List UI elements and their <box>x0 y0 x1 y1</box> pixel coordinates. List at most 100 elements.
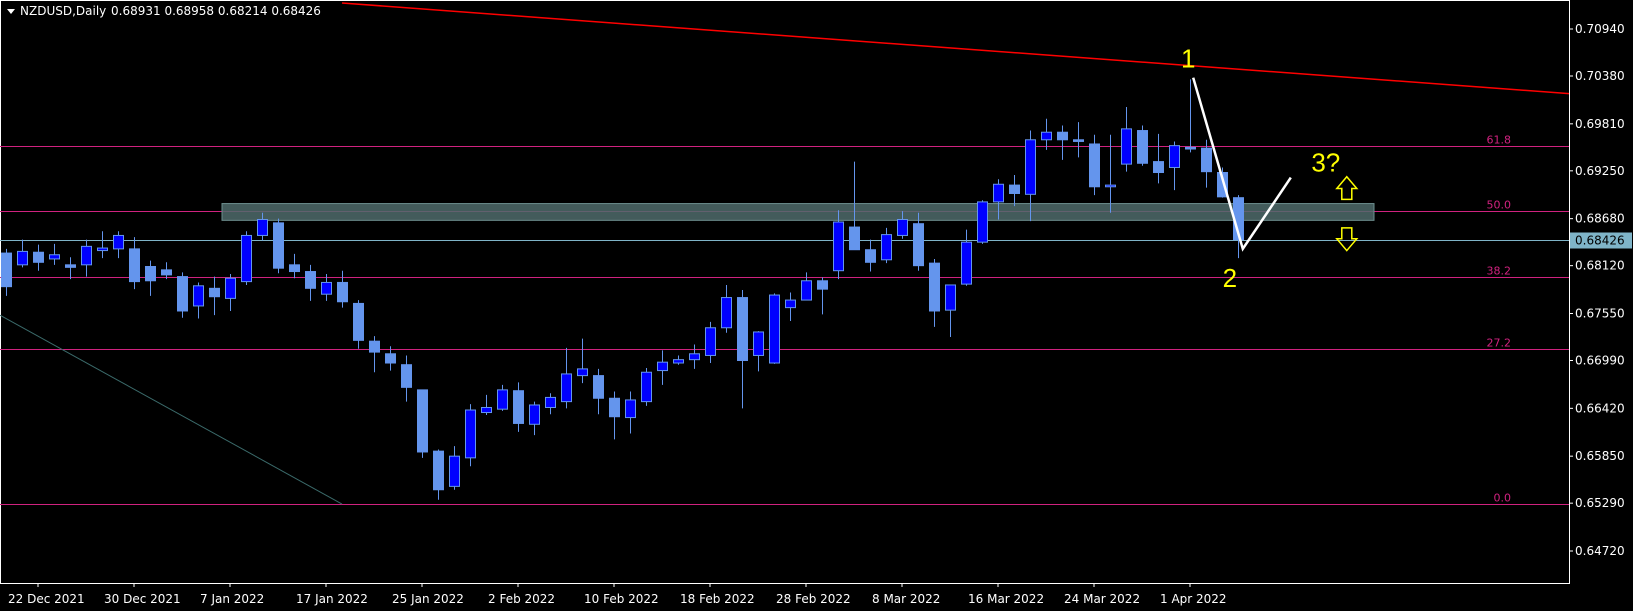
bull-candle-body <box>657 361 668 372</box>
candle <box>97 231 108 259</box>
x-tick-label: 22 Dec 2021 <box>8 592 85 606</box>
y-tick-label: 0.70940 <box>1575 22 1625 36</box>
bear-candle-body <box>513 390 524 424</box>
bear-candle-body <box>385 353 396 364</box>
candle <box>401 355 412 402</box>
candle <box>609 391 620 440</box>
candle <box>1153 133 1164 184</box>
candle <box>209 276 220 316</box>
candle <box>49 243 60 265</box>
bear-candle-body <box>417 389 428 453</box>
bull-candle-body <box>449 455 460 487</box>
x-tick-label: 30 Dec 2021 <box>104 592 181 606</box>
candle <box>881 227 892 264</box>
fib-label: 27.2 <box>1487 337 1512 350</box>
y-tick-label: 0.70380 <box>1575 69 1625 83</box>
y-tick-label: 0.65850 <box>1575 449 1625 463</box>
x-tick-label: 25 Jan 2022 <box>392 592 464 606</box>
support-trendline <box>0 314 343 505</box>
candle <box>305 264 316 301</box>
bear-candle-body <box>593 375 604 399</box>
candle <box>65 257 76 280</box>
candlesticks <box>1 79 1244 500</box>
resistance-zone-box <box>221 203 1375 221</box>
candle <box>449 446 460 490</box>
x-tick-label: 1 Apr 2022 <box>1160 592 1227 606</box>
bear-candle-body <box>289 264 300 273</box>
wave-label-2: 2 <box>1223 263 1237 293</box>
bull-candle-body <box>801 280 812 301</box>
candle <box>417 389 428 458</box>
candle <box>225 274 236 311</box>
bull-candle-body <box>545 396 556 408</box>
candle <box>753 331 764 372</box>
bull-candle-body <box>561 373 572 403</box>
bear-candle-body <box>929 262 940 312</box>
bull-candle-body <box>17 250 28 266</box>
candle <box>321 274 332 301</box>
candle <box>961 229 972 286</box>
candle <box>497 384 508 411</box>
bull-candle-body <box>977 201 988 243</box>
candle <box>1121 107 1132 172</box>
bull-candle-body <box>497 389 508 410</box>
bear-candle-body <box>433 450 444 491</box>
wave-label-3: 3? <box>1311 148 1340 178</box>
bear-candle-body <box>1153 161 1164 174</box>
chart-header: NZDUSD,Daily 0.68931 0.68958 0.68214 0.6… <box>7 4 321 18</box>
bear-candle-body <box>1185 146 1196 150</box>
bull-candle-body <box>881 234 892 261</box>
bear-candle-body <box>849 226 860 251</box>
candle <box>465 404 476 467</box>
wave-label-1: 1 <box>1181 44 1195 74</box>
candle <box>1169 141 1180 191</box>
candle <box>721 284 732 333</box>
candle <box>945 284 956 337</box>
bear-candle-body <box>1137 130 1148 164</box>
candle <box>273 218 284 274</box>
fib-label: 50.0 <box>1487 199 1512 212</box>
bull-candle-body <box>241 234 252 283</box>
y-tick-label: 0.69810 <box>1575 117 1625 131</box>
candle <box>177 272 188 318</box>
candle <box>161 262 172 280</box>
candle <box>545 393 556 415</box>
bear-candle-body <box>209 287 220 298</box>
candle <box>481 394 492 416</box>
price-chart[interactable]: 61.850.038.227.20.0 123? 0.709400.703800… <box>0 0 1633 611</box>
candle <box>145 260 156 296</box>
candle <box>865 239 876 272</box>
bear-candle-body <box>865 249 876 263</box>
bear-candle-body <box>817 280 828 290</box>
y-tick-label: 0.66990 <box>1575 353 1625 367</box>
y-tick-label: 0.66420 <box>1575 401 1625 415</box>
candle <box>433 449 444 500</box>
x-tick-label: 28 Feb 2022 <box>776 592 851 606</box>
bear-candle-body <box>145 266 156 282</box>
ohlc-readout: 0.68931 0.68958 0.68214 0.68426 <box>111 4 321 18</box>
collapse-arrow-icon[interactable] <box>7 9 15 14</box>
arrow-down-icon <box>1335 227 1359 252</box>
descending-trendline <box>341 2 1570 95</box>
resistance-zone <box>221 203 1375 221</box>
y-tick-label: 0.69250 <box>1575 164 1625 178</box>
candle <box>705 321 716 364</box>
candle <box>513 382 524 432</box>
bull-candle-body <box>993 183 1004 203</box>
candle <box>673 355 684 365</box>
candle <box>1089 134 1100 196</box>
bull-candle-body <box>1169 145 1180 168</box>
candle <box>641 368 652 406</box>
candle <box>561 347 572 409</box>
bear-candle-body <box>273 222 284 269</box>
bull-candle-body <box>113 234 124 250</box>
bear-candle-body <box>1 252 12 288</box>
x-tick-label: 8 Mar 2022 <box>872 592 940 606</box>
candle <box>577 338 588 384</box>
candle <box>1137 125 1148 166</box>
bear-candle-body <box>401 364 412 388</box>
fibonacci-levels: 61.8 50.0 38.2 27.2 0.0 <box>0 134 1569 505</box>
bull-candle-body <box>961 241 972 285</box>
candle <box>785 292 796 322</box>
symbol-label: NZDUSD,Daily <box>20 4 106 18</box>
